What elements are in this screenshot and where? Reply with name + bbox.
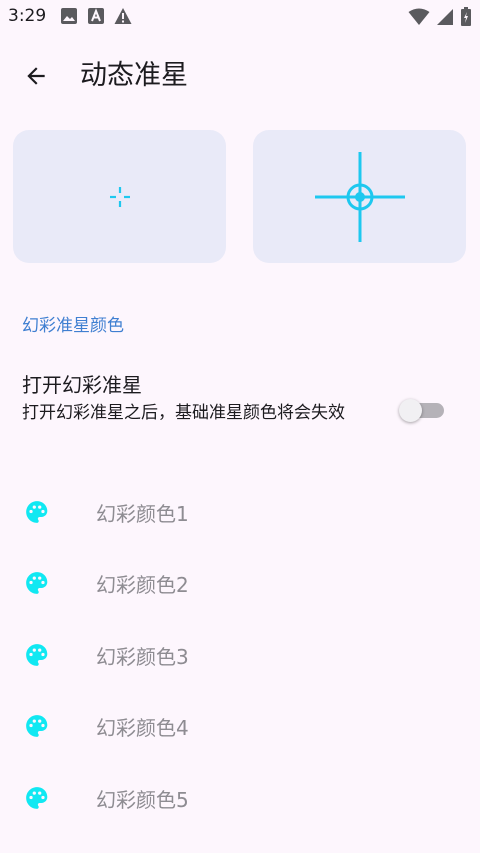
rainbow-color-label: 幻彩颜色4	[96, 716, 189, 740]
palette-icon	[26, 644, 48, 666]
crosshair-small-icon	[109, 186, 130, 207]
section-header-rainbow-color: 幻彩准星颜色	[22, 316, 124, 336]
palette-icon	[26, 572, 48, 594]
signal-icon	[437, 9, 453, 25]
switch-thumb	[399, 399, 422, 422]
status-time: 3:29	[8, 6, 47, 26]
rainbow-crosshair-switch[interactable]	[399, 399, 445, 423]
rainbow-color-label: 幻彩颜色3	[96, 645, 189, 669]
image-icon	[61, 8, 77, 24]
status-icons-left	[60, 7, 132, 25]
rainbow-color-item-1[interactable]: 幻彩颜色1	[0, 481, 480, 541]
warning-icon	[114, 8, 132, 24]
app-bar: 动态准星	[0, 48, 480, 104]
setting-description: 打开幻彩准星之后，基础准星颜色将会失效	[22, 403, 345, 423]
crosshair-large-icon	[314, 151, 405, 242]
rainbow-color-label: 幻彩颜色2	[96, 573, 189, 597]
rainbow-color-label: 幻彩颜色5	[96, 788, 189, 812]
arrow-back-icon	[27, 67, 45, 85]
rainbow-color-item-2[interactable]: 幻彩颜色2	[0, 552, 480, 612]
crosshair-preview-large[interactable]	[253, 130, 466, 263]
back-button[interactable]	[18, 58, 54, 94]
palette-icon	[26, 501, 48, 523]
page-title: 动态准星	[80, 60, 188, 91]
setting-title: 打开幻彩准星	[22, 373, 142, 397]
font-app-icon	[88, 8, 104, 24]
palette-icon	[26, 715, 48, 737]
rainbow-crosshair-setting[interactable]: 打开幻彩准星 打开幻彩准星之后，基础准星颜色将会失效	[0, 360, 480, 460]
rainbow-color-label: 幻彩颜色1	[96, 502, 189, 526]
status-icons-right	[408, 7, 472, 27]
rainbow-color-item-4[interactable]: 幻彩颜色4	[0, 695, 480, 755]
rainbow-color-item-3[interactable]: 幻彩颜色3	[0, 624, 480, 684]
palette-icon	[26, 787, 48, 809]
crosshair-preview-small[interactable]	[13, 130, 226, 263]
battery-icon	[461, 7, 471, 26]
status-bar: 3:29	[0, 0, 480, 34]
rainbow-color-item-5[interactable]: 幻彩颜色5	[0, 767, 480, 827]
wifi-icon	[408, 8, 430, 25]
